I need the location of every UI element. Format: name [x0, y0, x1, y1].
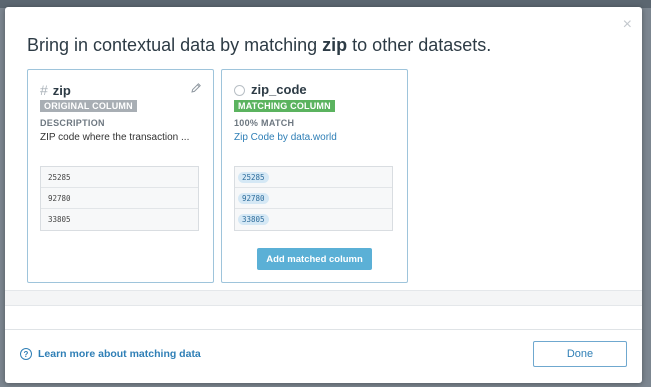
question-circle-icon: ? [20, 348, 32, 360]
done-button[interactable]: Done [533, 341, 627, 367]
dialog-title: Bring in contextual data by matching zip… [27, 35, 491, 56]
title-prefix: Bring in contextual data by matching [27, 35, 323, 55]
match-dialog: × Bring in contextual data by matching z… [5, 7, 642, 383]
close-icon[interactable]: × [623, 17, 632, 33]
matching-column-header: zip_code [234, 82, 307, 97]
matching-column-name: zip_code [251, 82, 307, 97]
matched-value-pill: 33805 [238, 214, 269, 225]
add-matched-column-button[interactable]: Add matched column [257, 248, 372, 270]
source-dataset-link[interactable]: Zip Code by data.world [234, 132, 337, 143]
original-column-name: zip [52, 82, 71, 98]
globe-icon [234, 84, 245, 96]
original-column-badge: ORIGINAL COLUMN [40, 100, 137, 112]
value-row: 33805 [235, 209, 392, 230]
description-label: DESCRIPTION [40, 118, 105, 128]
matched-value-pill: 25285 [238, 171, 269, 183]
value-row: 92780 [235, 188, 392, 209]
value-text: 92780 [48, 193, 71, 203]
original-values-list: 25285 92780 33805 [40, 166, 199, 231]
value-row: 33805 [41, 209, 198, 230]
footer-divider [5, 329, 642, 330]
value-text: 25285 [48, 172, 71, 182]
divider-band [5, 290, 642, 306]
value-row: 25285 [235, 167, 392, 188]
value-row: 92780 [41, 188, 198, 209]
learn-more-link[interactable]: ? Learn more about matching data [20, 348, 201, 360]
original-column-card: # zip ORIGINAL COLUMN DESCRIPTION ZIP co… [27, 69, 214, 283]
pencil-icon[interactable] [190, 82, 202, 94]
hash-icon: # [40, 82, 48, 98]
matching-column-card: zip_code MATCHING COLUMN 100% MATCH Zip … [221, 69, 408, 283]
title-suffix: to other datasets. [347, 35, 492, 55]
title-field: zip [322, 35, 348, 55]
matching-values-list: 25285 92780 33805 [234, 166, 393, 231]
value-text: 33805 [48, 215, 71, 224]
match-percent-label: 100% MATCH [234, 118, 295, 128]
value-row: 25285 [41, 167, 198, 188]
matched-value-pill: 92780 [238, 192, 269, 204]
matching-column-badge: MATCHING COLUMN [234, 100, 335, 112]
original-column-header: # zip [40, 82, 71, 98]
learn-more-label: Learn more about matching data [38, 348, 201, 360]
description-value: ZIP code where the transaction ... [40, 132, 190, 143]
